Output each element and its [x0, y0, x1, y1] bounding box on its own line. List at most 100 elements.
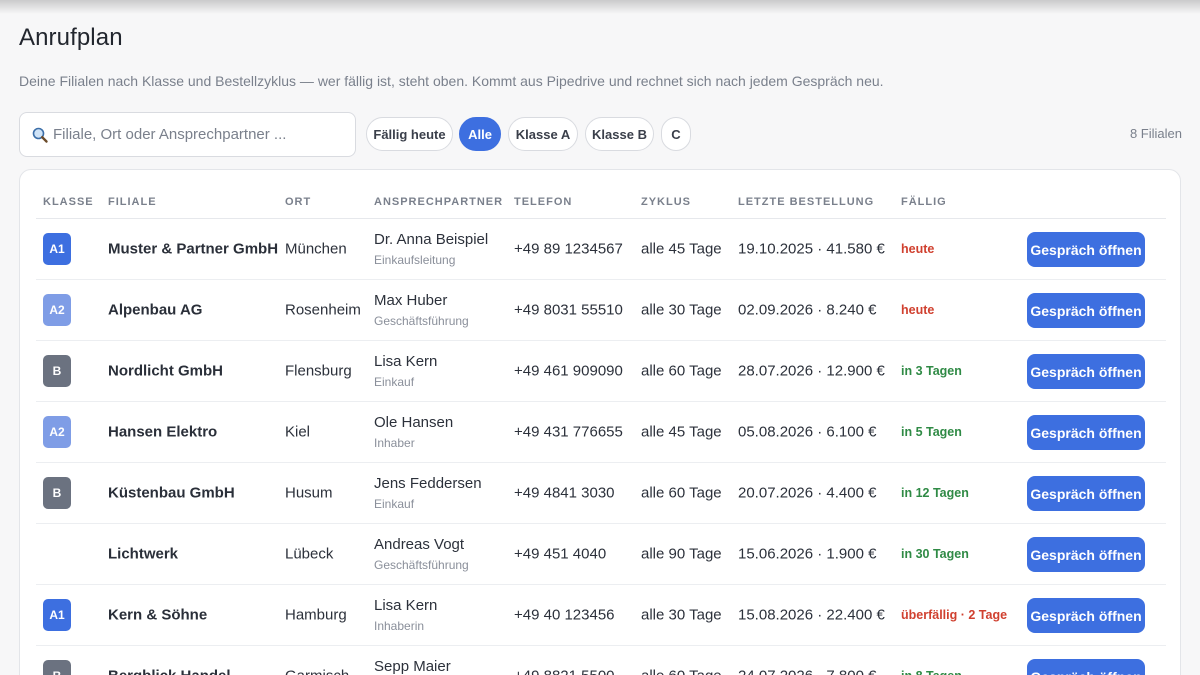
order-cycle: alle 45 Tage	[641, 240, 722, 258]
phone-number[interactable]: +49 451 4040	[514, 546, 606, 563]
last-order: 15.08.2026 · 22.400 €	[738, 606, 885, 624]
open-call-button[interactable]: Gespräch öffnen	[1027, 659, 1145, 675]
class-badge: B	[43, 477, 71, 509]
column-header-filiale: FILIALE	[108, 196, 157, 208]
column-header-ansprechpartner: ANSPRECHPARTNER	[374, 196, 504, 208]
contact-name: Dr. Anna Beispiel	[374, 231, 489, 248]
table-row: A2 Hansen Elektro Kiel Ole Hansen Inhaber +49…	[36, 402, 1166, 463]
branch-name: Lichtwerk	[108, 545, 179, 563]
due-status: in 30 Tagen	[901, 547, 969, 561]
branch-city: Kiel	[285, 423, 311, 441]
contact-role: Einkauf	[374, 497, 415, 511]
branch-name: Nordlicht GmbH	[108, 362, 223, 380]
contact-name: Andreas Vogt	[374, 536, 465, 553]
order-cycle: alle 60 Tage	[641, 668, 722, 675]
class-badge: B	[43, 660, 71, 675]
order-cycle: alle 60 Tage	[641, 484, 722, 502]
order-cycle: alle 90 Tage	[641, 545, 722, 563]
table-row: B Bergblick Handel Garmisch Sepp Maier +49 8…	[36, 646, 1166, 675]
table-row: A2 Alpenbau AG Rosenheim Max Huber Geschäfts…	[36, 280, 1166, 341]
due-status: in 8 Tagen	[901, 669, 962, 675]
class-badge: A1	[43, 233, 71, 265]
due-status: heute	[901, 242, 935, 256]
due-status: in 12 Tagen	[901, 486, 969, 500]
table-row: Lichtwerk Lübeck Andreas Vogt Geschäftsführ…	[36, 524, 1166, 585]
branch-city: Hamburg	[285, 606, 347, 624]
class-badge: A2	[43, 416, 71, 448]
filter-klasse-a[interactable]: Klasse A	[508, 117, 578, 151]
last-order: 15.06.2026 · 1.900 €	[738, 545, 877, 563]
open-call-button[interactable]: Gespräch öffnen	[1027, 354, 1145, 389]
phone-number[interactable]: +49 431 776655	[514, 424, 623, 441]
order-cycle: alle 30 Tage	[641, 606, 722, 624]
contact-role: Einkaufsleitung	[374, 253, 456, 267]
column-header-telefon: TELEFON	[514, 196, 573, 208]
branch-city: Lübeck	[285, 545, 334, 563]
contact-role: Geschäftsführung	[374, 314, 469, 328]
contact-name: Lisa Kern	[374, 597, 438, 614]
branch-city: Rosenheim	[285, 301, 361, 319]
contact-role: Geschäftsführung	[374, 558, 469, 572]
phone-number[interactable]: +49 8031 55510	[514, 302, 623, 319]
order-cycle: alle 45 Tage	[641, 423, 722, 441]
filter-alle[interactable]: Alle	[459, 117, 501, 151]
due-status: in 5 Tagen	[901, 425, 962, 439]
filter-klasse-c[interactable]: C	[661, 117, 691, 151]
search-icon	[31, 126, 49, 144]
open-call-button[interactable]: Gespräch öffnen	[1027, 476, 1145, 511]
filter-faellig-heute[interactable]: Fällig heute	[366, 117, 453, 151]
open-call-button[interactable]: Gespräch öffnen	[1027, 598, 1145, 633]
open-call-button[interactable]: Gespräch öffnen	[1027, 537, 1145, 572]
branch-name: Küstenbau GmbH	[108, 484, 235, 502]
branch-name: Muster & Partner GmbH	[108, 240, 279, 258]
phone-number[interactable]: +49 461 909090	[514, 363, 623, 380]
last-order: 24.07.2026 · 7.800 €	[738, 668, 876, 675]
contact-name: Ole Hansen	[374, 414, 454, 431]
page-title: Anrufplan	[19, 24, 123, 51]
branch-name: Kern & Söhne	[108, 606, 208, 624]
table-row: B Küstenbau GmbH Husum Jens Feddersen Einkau…	[36, 463, 1166, 524]
contact-name: Lisa Kern	[374, 353, 438, 370]
branch-city: Husum	[285, 484, 333, 502]
contact-role: Inhaberin	[374, 619, 425, 633]
filter-klasse-b[interactable]: Klasse B	[585, 117, 654, 151]
order-cycle: alle 30 Tage	[641, 301, 722, 319]
branch-count: 8 Filialen	[1129, 126, 1182, 141]
contact-role: Inhaber	[374, 436, 415, 450]
branch-name: Alpenbau AG	[108, 301, 203, 319]
contact-name: Max Huber	[374, 292, 448, 309]
contact-name: Jens Feddersen	[374, 475, 482, 492]
column-header-ort: ORT	[285, 196, 312, 208]
open-call-button[interactable]: Gespräch öffnen	[1027, 415, 1145, 450]
due-status: heute	[901, 303, 935, 317]
branch-city: Flensburg	[285, 362, 352, 380]
phone-number[interactable]: +49 4841 3030	[514, 485, 615, 502]
contact-role: Einkauf	[374, 375, 415, 389]
last-order: 05.08.2026 · 6.100 €	[738, 423, 877, 441]
phone-number[interactable]: +49 8821 5500	[514, 668, 615, 675]
open-call-button[interactable]: Gespräch öffnen	[1027, 293, 1145, 328]
table-row: B Nordlicht GmbH Flensburg Lisa Kern Einkauf…	[36, 341, 1166, 402]
phone-number[interactable]: +49 89 1234567	[514, 241, 623, 258]
class-badge: A2	[43, 294, 71, 326]
table-row: A1 Muster & Partner GmbH München Dr. Anna B…	[36, 219, 1166, 280]
branch-name: Bergblick Handel	[108, 668, 231, 675]
column-header-faellig: FÄLLIG	[901, 196, 947, 208]
order-cycle: alle 60 Tage	[641, 362, 722, 380]
class-badge: A1	[43, 599, 71, 631]
phone-number[interactable]: +49 40 123456	[514, 607, 615, 624]
search-input[interactable]	[53, 126, 343, 143]
open-call-button[interactable]: Gespräch öffnen	[1027, 232, 1145, 267]
column-header-klasse: KLASSE	[43, 196, 94, 208]
search-box[interactable]	[19, 112, 356, 157]
due-status: in 3 Tagen	[901, 364, 962, 378]
last-order: 19.10.2025 · 41.580 €	[738, 240, 885, 258]
column-header-letzte-bestellung: LETZTE BESTELLUNG	[738, 196, 875, 208]
last-order: 28.07.2026 · 12.900 €	[738, 362, 885, 380]
top-shadow	[0, 0, 1200, 14]
due-status: überfällig · 2 Tage	[901, 608, 1008, 622]
last-order: 02.09.2026 · 8.240 €	[738, 301, 877, 319]
class-badge: B	[43, 355, 71, 387]
column-header-zyklus: ZYKLUS	[641, 196, 691, 208]
table-row: A1 Kern & Söhne Hamburg Lisa Kern Inhaberin +…	[36, 585, 1166, 646]
